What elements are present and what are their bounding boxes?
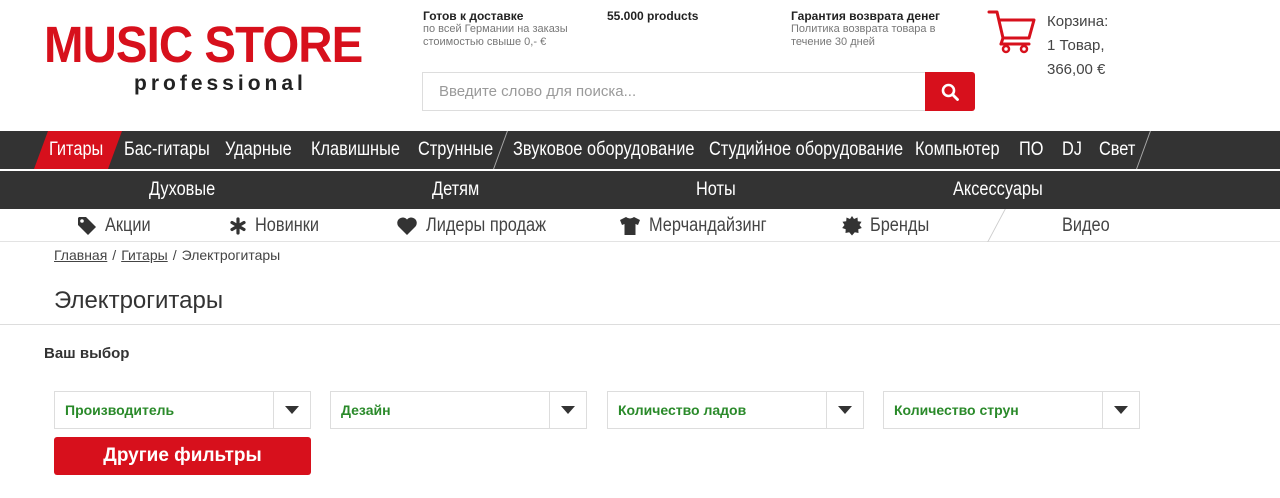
nav-item-sheet-music[interactable]: Ноты — [696, 171, 736, 209]
nav-item-label: Мерчандайзинг — [649, 214, 767, 236]
search-bar — [422, 72, 975, 111]
chevron-down-icon — [561, 406, 575, 414]
nav-item-label: Видео — [1062, 214, 1110, 236]
breadcrumb-separator: / — [172, 247, 177, 263]
filter-label: Количество ладов — [618, 402, 747, 418]
usp-delivery: Готов к доставке по всей Германии на зак… — [423, 9, 583, 49]
filter-manufacturer[interactable]: Производитель — [54, 391, 311, 429]
nav-item-sales[interactable]: Акции — [77, 209, 158, 242]
nav-item-video[interactable]: Видео — [1062, 209, 1118, 242]
nav-item-strings[interactable]: Струнные — [418, 131, 493, 169]
nav-item-brands[interactable]: Бренды — [842, 209, 939, 242]
tshirt-icon — [620, 216, 640, 235]
filter-divider — [273, 392, 274, 428]
filter-string-count[interactable]: Количество струн — [883, 391, 1140, 429]
logo-wordmark: MUSIC STORE — [44, 16, 363, 73]
search-button[interactable] — [925, 72, 975, 111]
nav-item-wind[interactable]: Духовые — [149, 171, 215, 209]
nav-item-keyboards[interactable]: Клавишные — [311, 131, 400, 169]
logo-tagline: professional — [134, 72, 307, 95]
breadcrumb-current: Электрогитары — [181, 247, 281, 263]
usp-products-title: 55.000 products — [607, 9, 699, 23]
tag-icon — [78, 216, 96, 235]
cart-label: Корзина: — [1047, 13, 1109, 30]
breadcrumb-separator: / — [112, 247, 117, 263]
cart-total: 366,00 € — [1047, 61, 1106, 78]
nav-item-light[interactable]: Свет — [1099, 131, 1135, 169]
nav-item-drums[interactable]: Ударные — [225, 131, 292, 169]
usp-delivery-subtitle: по всей Германии на заказы стоимостью св… — [423, 23, 568, 48]
usp-money-back: Гарантия возврата денег Политика возврат… — [791, 9, 951, 49]
search-icon — [941, 83, 959, 101]
promo-nav: Акции Новинки Лидеры продаж Мерчандайзин… — [0, 209, 1280, 242]
secondary-category-nav: Духовые Детям Ноты Аксессуары — [0, 171, 1280, 209]
badge-icon — [842, 215, 862, 235]
nav-item-guitars[interactable]: Гитары — [49, 131, 103, 169]
nav-item-computer[interactable]: Компьютер — [915, 131, 1000, 169]
filter-divider — [1102, 392, 1103, 428]
cart-summary[interactable]: Корзина: 1 Товар, 366,00 € — [1047, 10, 1108, 82]
nav-divider — [493, 131, 508, 169]
nav-item-merchandise[interactable]: Мерчандайзинг — [619, 209, 786, 242]
nav-item-label: Бренды — [870, 214, 930, 236]
nav-item-label: Акции — [105, 214, 151, 236]
filter-divider — [549, 392, 550, 428]
more-filters-button[interactable]: Другие фильтры — [54, 437, 311, 475]
chevron-down-icon — [838, 406, 852, 414]
breadcrumb-guitars[interactable]: Гитары — [121, 247, 168, 263]
nav-item-bass-guitars[interactable]: Бас-гитары — [124, 131, 210, 169]
nav-divider — [1136, 131, 1151, 169]
nav-item-bestsellers[interactable]: Лидеры продаж — [396, 209, 566, 242]
usp-delivery-title: Готов к доставке — [423, 9, 524, 23]
filter-label: Производитель — [65, 402, 175, 418]
nav-divider — [987, 209, 1006, 242]
filters-heading: Ваш выбор — [44, 345, 130, 362]
breadcrumb: Главная / Гитары / Электрогитары — [54, 247, 280, 263]
nav-item-studio-equipment[interactable]: Студийное оборудование — [709, 131, 903, 169]
page-title: Электрогитары — [54, 287, 224, 314]
nav-item-label: Лидеры продаж — [426, 214, 547, 236]
main-category-nav: Гитары Бас-гитары Ударные Клавишные Стру… — [0, 131, 1280, 169]
filter-label: Количество струн — [894, 402, 1019, 418]
asterisk-icon — [230, 216, 246, 235]
usp-money-back-subtitle: Политика возврата товара в течение 30 дн… — [791, 23, 936, 48]
cart-icon[interactable] — [987, 8, 1037, 54]
filter-fret-count[interactable]: Количество ладов — [607, 391, 864, 429]
store-logo[interactable]: MUSIC STORE professional — [44, 16, 414, 100]
filter-label: Дезайн — [341, 402, 391, 418]
breadcrumb-home[interactable]: Главная — [54, 247, 107, 263]
heart-icon — [397, 216, 417, 235]
nav-item-kids[interactable]: Детям — [432, 171, 479, 209]
nav-item-software[interactable]: ПО — [1019, 131, 1043, 169]
chevron-down-icon — [285, 406, 299, 414]
nav-item-accessories[interactable]: Аксессуары — [953, 171, 1043, 209]
nav-item-sound-equipment[interactable]: Звуковое оборудование — [513, 131, 695, 169]
usp-money-back-title: Гарантия возврата денег — [791, 9, 940, 23]
usp-products: 55.000 products — [607, 9, 757, 23]
divider — [0, 324, 1280, 325]
chevron-down-icon — [1114, 406, 1128, 414]
nav-item-dj[interactable]: DJ — [1062, 131, 1082, 169]
nav-item-new[interactable]: Новинки — [229, 209, 329, 242]
filter-divider — [826, 392, 827, 428]
filter-design[interactable]: Дезайн — [330, 391, 587, 429]
cart-item-count: 1 Товар, — [1047, 37, 1105, 54]
search-input[interactable] — [422, 72, 925, 111]
nav-item-label: Новинки — [255, 214, 320, 236]
